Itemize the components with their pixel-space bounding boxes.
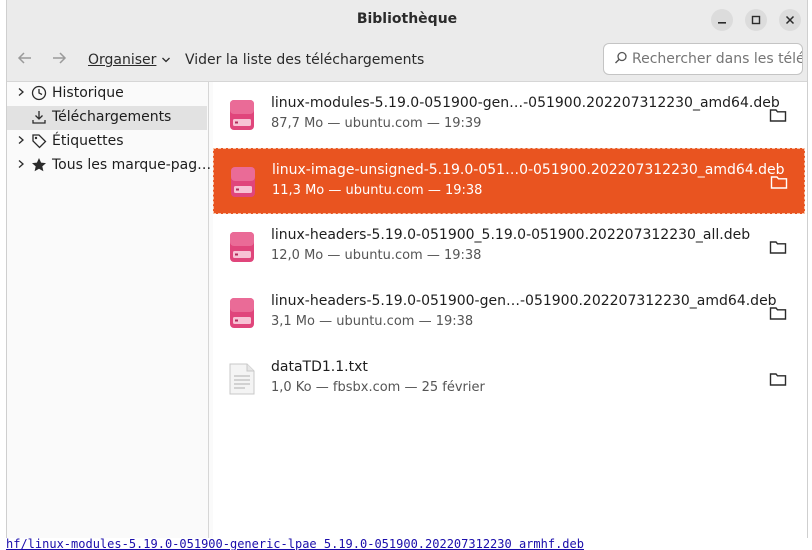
file-name: linux-headers-5.19.0-051900-gen…-051900.…	[271, 293, 777, 309]
titlebar: Bibliothèque	[7, 0, 807, 40]
sidebar-item-downloads[interactable]: Téléchargements	[7, 106, 207, 130]
toolbar: Organiser Vider la liste des téléchargem…	[7, 40, 807, 82]
window-title: Bibliothèque	[356, 11, 458, 27]
folder-icon[interactable]	[769, 305, 787, 321]
download-row-selected[interactable]: linux-image-unsigned-5.19.0-051…0-051900…	[213, 148, 805, 214]
downloads-list: linux-modules-5.19.0-051900-gen…-051900.…	[213, 82, 807, 538]
deb-package-icon	[230, 232, 254, 262]
background-link[interactable]: hf/linux-modules-5.19.0-051900-generic-l…	[0, 538, 812, 550]
sidebar: Historique Téléchargements Étiquettes To…	[7, 82, 211, 538]
search-box[interactable]	[603, 43, 803, 75]
folder-icon[interactable]	[769, 239, 787, 255]
organize-button[interactable]: Organiser	[88, 52, 171, 68]
file-name: linux-headers-5.19.0-051900_5.19.0-05190…	[271, 227, 751, 243]
back-button[interactable]	[17, 50, 33, 71]
file-name: linux-image-unsigned-5.19.0-051…0-051900…	[272, 162, 785, 178]
arrow-left-icon	[17, 52, 31, 64]
search-input[interactable]	[632, 51, 802, 67]
minimize-icon	[718, 22, 726, 24]
minimize-button[interactable]	[711, 9, 733, 31]
chevron-right-icon[interactable]	[17, 86, 25, 100]
maximize-button[interactable]	[745, 9, 767, 31]
download-row[interactable]: linux-headers-5.19.0-051900-gen…-051900.…	[213, 280, 805, 346]
forward-button[interactable]	[51, 50, 67, 71]
library-window: Bibliothèque Organiser Vider la liste de…	[6, 0, 808, 538]
deb-package-icon	[230, 298, 254, 328]
folder-icon[interactable]	[769, 107, 787, 123]
star-icon	[32, 158, 46, 172]
chevron-right-icon[interactable]	[17, 134, 25, 148]
clock-icon	[31, 85, 47, 101]
tag-icon	[32, 134, 47, 149]
file-name: linux-modules-5.19.0-051900-gen…-051900.…	[271, 95, 780, 111]
sidebar-item-label: Étiquettes	[52, 133, 124, 149]
file-meta: 3,1 Mo — ubuntu.com — 19:38	[271, 314, 474, 329]
organize-label: Organiser	[88, 52, 157, 68]
download-row[interactable]: dataTD1.1.txt 1,0 Ko — fbsbx.com — 25 fé…	[213, 346, 805, 412]
close-icon	[785, 15, 795, 25]
sidebar-item-label: Tous les marque-pag…	[52, 157, 212, 173]
background-page-right	[808, 0, 812, 550]
close-button[interactable]	[779, 9, 801, 31]
file-meta: 12,0 Mo — ubuntu.com — 19:38	[271, 248, 482, 263]
arrow-right-icon	[53, 52, 67, 64]
search-icon	[615, 51, 627, 64]
file-meta: 11,3 Mo — ubuntu.com — 19:38	[272, 183, 483, 198]
chevron-right-icon[interactable]	[17, 158, 25, 172]
sidebar-item-bookmarks[interactable]: Tous les marque-pag…	[7, 154, 211, 178]
download-icon	[32, 111, 46, 124]
maximize-icon	[751, 15, 761, 25]
download-row[interactable]: linux-headers-5.19.0-051900_5.19.0-05190…	[213, 214, 805, 280]
chevron-down-icon	[161, 57, 170, 63]
file-meta: 87,7 Mo — ubuntu.com — 19:39	[271, 116, 482, 131]
file-meta: 1,0 Ko — fbsbx.com — 25 février	[271, 380, 485, 395]
sidebar-item-history[interactable]: Historique	[7, 82, 207, 106]
sidebar-item-label: Téléchargements	[52, 109, 172, 125]
sidebar-item-tags[interactable]: Étiquettes	[7, 130, 207, 154]
download-row[interactable]: linux-modules-5.19.0-051900-gen…-051900.…	[213, 82, 805, 148]
text-file-icon	[229, 363, 255, 395]
sidebar-item-label: Historique	[52, 85, 124, 101]
clear-downloads-button[interactable]: Vider la liste des téléchargements	[185, 52, 424, 68]
folder-icon[interactable]	[770, 174, 788, 190]
file-name: dataTD1.1.txt	[271, 359, 368, 375]
deb-package-icon	[230, 100, 254, 130]
folder-icon[interactable]	[769, 371, 787, 387]
deb-package-icon	[231, 167, 255, 197]
